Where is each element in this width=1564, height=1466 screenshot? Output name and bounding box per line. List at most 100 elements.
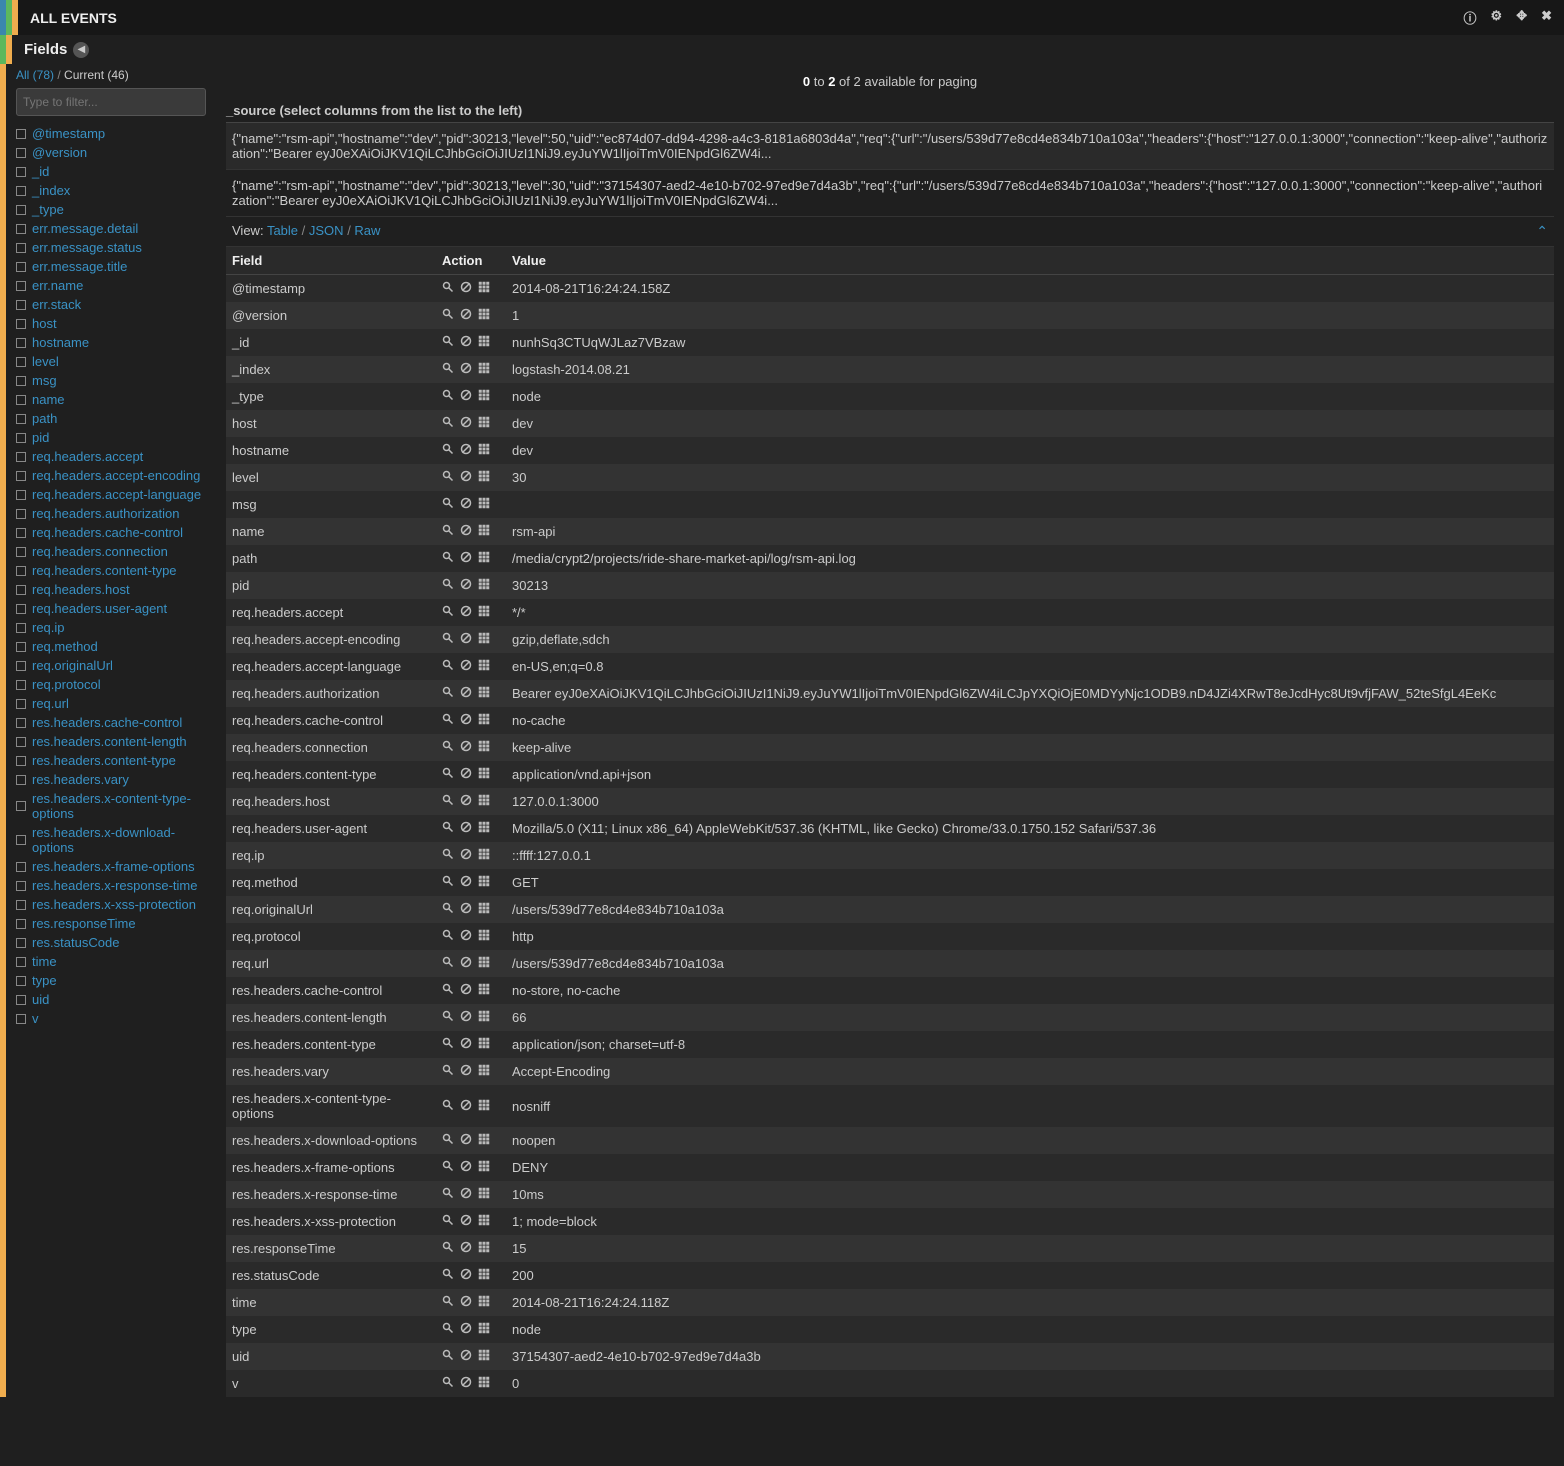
field-item[interactable]: type xyxy=(16,971,206,990)
field-item[interactable]: host xyxy=(16,314,206,333)
grid-icon[interactable] xyxy=(478,875,490,890)
field-checkbox[interactable] xyxy=(16,547,26,557)
ban-icon[interactable] xyxy=(460,335,472,350)
field-item[interactable]: req.headers.host xyxy=(16,580,206,599)
search-icon[interactable] xyxy=(442,902,454,917)
field-checkbox[interactable] xyxy=(16,835,26,845)
field-item[interactable]: req.headers.user-agent xyxy=(16,599,206,618)
grid-icon[interactable] xyxy=(478,1037,490,1052)
ban-icon[interactable] xyxy=(460,713,472,728)
search-icon[interactable] xyxy=(442,929,454,944)
search-icon[interactable] xyxy=(442,767,454,782)
grid-icon[interactable] xyxy=(478,1133,490,1148)
search-icon[interactable] xyxy=(442,1376,454,1391)
field-checkbox[interactable] xyxy=(16,680,26,690)
collapse-detail-icon[interactable]: ⌃ xyxy=(1536,223,1548,240)
field-checkbox[interactable] xyxy=(16,801,26,811)
search-icon[interactable] xyxy=(442,1322,454,1337)
grid-icon[interactable] xyxy=(478,1010,490,1025)
field-checkbox[interactable] xyxy=(16,919,26,929)
ban-icon[interactable] xyxy=(460,740,472,755)
field-item[interactable]: msg xyxy=(16,371,206,390)
ban-icon[interactable] xyxy=(460,443,472,458)
search-icon[interactable] xyxy=(442,1295,454,1310)
grid-icon[interactable] xyxy=(478,416,490,431)
grid-icon[interactable] xyxy=(478,956,490,971)
grid-icon[interactable] xyxy=(478,1376,490,1391)
search-icon[interactable] xyxy=(442,821,454,836)
search-icon[interactable] xyxy=(442,497,454,512)
field-checkbox[interactable] xyxy=(16,881,26,891)
field-item[interactable]: err.message.detail xyxy=(16,219,206,238)
field-checkbox[interactable] xyxy=(16,376,26,386)
field-checkbox[interactable] xyxy=(16,957,26,967)
ban-icon[interactable] xyxy=(460,1295,472,1310)
search-icon[interactable] xyxy=(442,713,454,728)
grid-icon[interactable] xyxy=(478,794,490,809)
grid-icon[interactable] xyxy=(478,821,490,836)
field-item[interactable]: err.message.status xyxy=(16,238,206,257)
grid-icon[interactable] xyxy=(478,1268,490,1283)
search-icon[interactable] xyxy=(442,1187,454,1202)
search-icon[interactable] xyxy=(442,308,454,323)
grid-icon[interactable] xyxy=(478,1214,490,1229)
field-checkbox[interactable] xyxy=(16,756,26,766)
field-item[interactable]: err.name xyxy=(16,276,206,295)
field-checkbox[interactable] xyxy=(16,300,26,310)
ban-icon[interactable] xyxy=(460,875,472,890)
field-item[interactable]: req.headers.connection xyxy=(16,542,206,561)
search-icon[interactable] xyxy=(442,335,454,350)
info-icon[interactable]: ⓘ xyxy=(1464,8,1477,27)
ban-icon[interactable] xyxy=(460,1133,472,1148)
ban-icon[interactable] xyxy=(460,902,472,917)
ban-icon[interactable] xyxy=(460,524,472,539)
grid-icon[interactable] xyxy=(478,686,490,701)
field-item[interactable]: req.headers.accept-language xyxy=(16,485,206,504)
field-item[interactable]: req.headers.accept-encoding xyxy=(16,466,206,485)
search-icon[interactable] xyxy=(442,1133,454,1148)
view-raw[interactable]: Raw xyxy=(354,223,380,238)
ban-icon[interactable] xyxy=(460,551,472,566)
ban-icon[interactable] xyxy=(460,1268,472,1283)
ban-icon[interactable] xyxy=(460,1376,472,1391)
grid-icon[interactable] xyxy=(478,1349,490,1364)
grid-icon[interactable] xyxy=(478,551,490,566)
search-icon[interactable] xyxy=(442,659,454,674)
search-icon[interactable] xyxy=(442,362,454,377)
field-item[interactable]: v xyxy=(16,1009,206,1028)
grid-icon[interactable] xyxy=(478,578,490,593)
field-checkbox[interactable] xyxy=(16,718,26,728)
ban-icon[interactable] xyxy=(460,767,472,782)
ban-icon[interactable] xyxy=(460,1322,472,1337)
field-item[interactable]: time xyxy=(16,952,206,971)
grid-icon[interactable] xyxy=(478,740,490,755)
grid-icon[interactable] xyxy=(478,1322,490,1337)
field-checkbox[interactable] xyxy=(16,623,26,633)
ban-icon[interactable] xyxy=(460,1037,472,1052)
search-icon[interactable] xyxy=(442,740,454,755)
field-checkbox[interactable] xyxy=(16,938,26,948)
ban-icon[interactable] xyxy=(460,848,472,863)
collapse-fields-icon[interactable]: ◀ xyxy=(73,42,89,58)
ban-icon[interactable] xyxy=(460,1187,472,1202)
search-icon[interactable] xyxy=(442,1160,454,1175)
field-item[interactable]: req.method xyxy=(16,637,206,656)
grid-icon[interactable] xyxy=(478,902,490,917)
field-checkbox[interactable] xyxy=(16,490,26,500)
search-icon[interactable] xyxy=(442,686,454,701)
ban-icon[interactable] xyxy=(460,470,472,485)
field-checkbox[interactable] xyxy=(16,338,26,348)
field-item[interactable]: res.headers.x-frame-options xyxy=(16,857,206,876)
field-checkbox[interactable] xyxy=(16,167,26,177)
field-item[interactable]: req.headers.content-type xyxy=(16,561,206,580)
field-checkbox[interactable] xyxy=(16,281,26,291)
field-item[interactable]: res.headers.content-length xyxy=(16,732,206,751)
field-checkbox[interactable] xyxy=(16,186,26,196)
grid-icon[interactable] xyxy=(478,1295,490,1310)
grid-icon[interactable] xyxy=(478,605,490,620)
grid-icon[interactable] xyxy=(478,389,490,404)
grid-icon[interactable] xyxy=(478,281,490,296)
search-icon[interactable] xyxy=(442,281,454,296)
field-item[interactable]: res.statusCode xyxy=(16,933,206,952)
grid-icon[interactable] xyxy=(478,767,490,782)
